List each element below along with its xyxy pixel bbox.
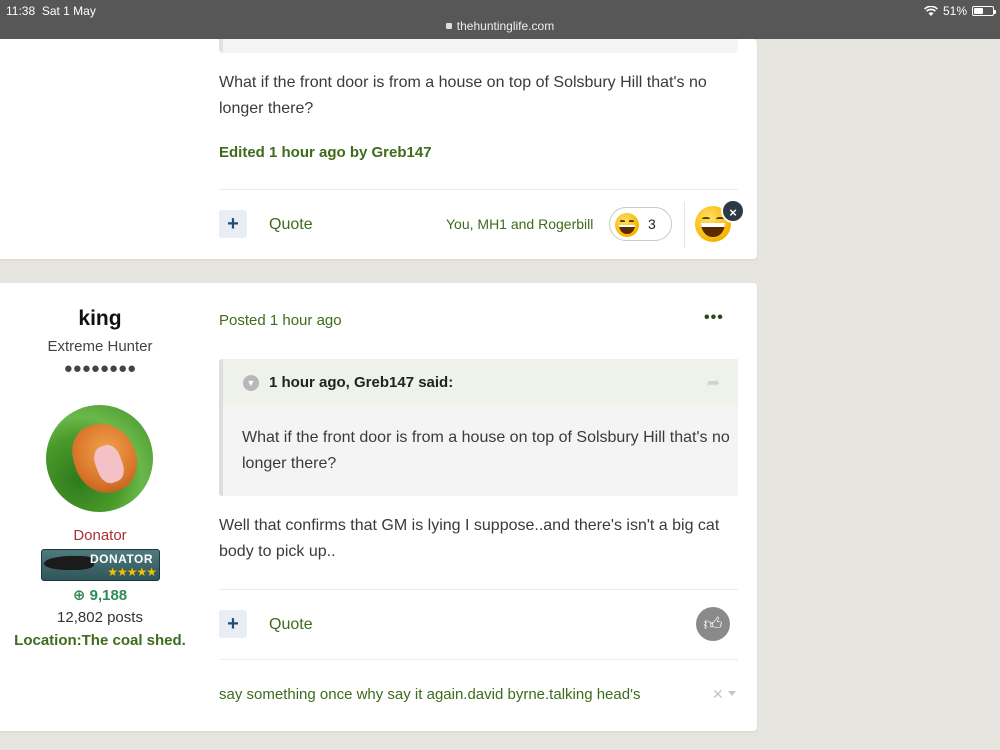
quote-citation: 1 hour ago, Greb147 said:: [269, 374, 454, 391]
share-arrow-icon[interactable]: ➦: [707, 373, 720, 393]
post-card-1: What if the front door is from a house o…: [0, 39, 757, 259]
laugh-emoji-icon: [615, 213, 639, 237]
chevron-down-icon[interactable]: ▼: [243, 375, 259, 391]
avatar[interactable]: [46, 405, 153, 512]
divider: [219, 659, 738, 660]
quote-header[interactable]: ▼ 1 hour ago, Greb147 said: ➦: [223, 359, 738, 405]
address-bar[interactable]: thehuntinglife.com: [0, 19, 1000, 33]
quoted-post: ▼ 1 hour ago, Greb147 said: ➦ What if th…: [219, 359, 738, 496]
post-body: What if the front door is from a house o…: [219, 74, 707, 117]
post-timestamp[interactable]: Posted 1 hour ago: [219, 312, 342, 329]
edited-note: Edited 1 hour ago by Greb147: [219, 144, 432, 161]
reputation-count[interactable]: ⊕ 9,188: [0, 586, 200, 604]
reaction-divider: [684, 202, 685, 248]
author-name[interactable]: king: [0, 307, 200, 331]
member-group: Donator: [73, 527, 127, 544]
url-text: thehuntinglife.com: [456, 19, 555, 33]
multiquote-button[interactable]: +: [219, 210, 247, 238]
battery-level: [974, 8, 983, 14]
post-card-2: king Extreme Hunter ●●●●●●●● Donator DON…: [0, 283, 757, 731]
quote-block-tail: [219, 39, 738, 53]
reaction-count: 3: [648, 216, 656, 232]
thumbs-up-icon[interactable]: 👍︎: [696, 607, 730, 641]
author-location: Location:The coal shed.: [14, 632, 186, 649]
reaction-names-link[interactable]: You, MH1 and Rogerbill: [446, 216, 593, 232]
signature: say something once why say it again.davi…: [219, 686, 641, 703]
hide-signature-close-icon[interactable]: ✕: [712, 686, 724, 703]
divider: [219, 589, 738, 590]
multiquote-button[interactable]: +: [219, 610, 247, 638]
battery-percent: 51%: [942, 4, 967, 18]
quote-text: What if the front door is from a house o…: [242, 429, 730, 472]
donator-badge: DONATOR ★★★★★: [41, 549, 160, 581]
remove-reaction-close-icon[interactable]: ×: [721, 199, 745, 223]
reaction-summary[interactable]: 3: [609, 207, 672, 241]
quote-button[interactable]: Quote: [269, 616, 313, 634]
quote-button[interactable]: Quote: [269, 216, 313, 234]
fox-silhouette-icon: [44, 556, 94, 570]
divider: [219, 189, 738, 190]
battery-icon: [972, 6, 996, 16]
badge-text: DONATOR: [89, 552, 153, 566]
wifi-icon: [924, 6, 938, 16]
ios-status-bar: 11:38 Sat 1 May thehuntinglife.com 51%: [0, 0, 1000, 39]
star-rating-icon: ★★★★★: [107, 565, 157, 579]
lock-icon: [445, 23, 452, 29]
chevron-down-icon[interactable]: [728, 691, 736, 696]
post-body: Well that confirms that GM is lying I su…: [219, 517, 720, 560]
post-count: 12,802 posts: [57, 609, 143, 626]
author-rank: Extreme Hunter: [47, 338, 153, 355]
rank-pips: ●●●●●●●●: [63, 360, 137, 377]
more-options-icon[interactable]: •••: [704, 309, 724, 327]
status-time: 11:38 Sat 1 May: [6, 4, 96, 18]
